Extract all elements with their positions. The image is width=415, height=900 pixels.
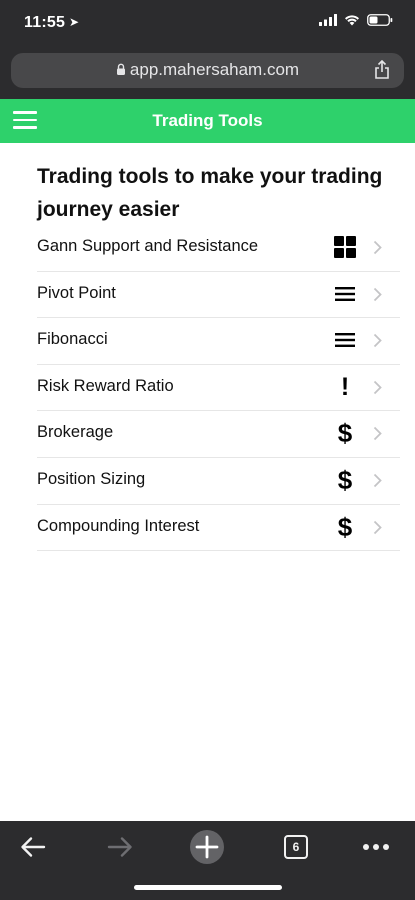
list-icon	[333, 328, 357, 352]
url-text: app.mahersaham.com	[129, 60, 300, 79]
share-icon[interactable]	[374, 59, 390, 85]
dollar-icon: $	[337, 464, 353, 495]
signal-icon	[319, 14, 337, 26]
dollar-icon: $	[337, 511, 353, 542]
battery-icon	[367, 14, 393, 26]
plus-circle-icon	[190, 830, 224, 864]
more-options-button[interactable]	[361, 829, 391, 865]
tool-item-fibonacci[interactable]: Fibonacci	[37, 318, 400, 365]
new-tab-button[interactable]	[189, 829, 225, 865]
url-display: app.mahersaham.com	[11, 60, 404, 81]
tool-item-compounding-interest[interactable]: Compounding Interest $	[37, 505, 400, 552]
address-bar[interactable]: app.mahersaham.com	[11, 53, 404, 88]
tool-item-risk-reward-ratio[interactable]: Risk Reward Ratio !	[37, 365, 400, 412]
exclamation-icon: !	[340, 372, 350, 401]
home-indicator	[134, 885, 282, 890]
tool-item-position-sizing[interactable]: Position Sizing $	[37, 458, 400, 505]
chevron-right-icon	[373, 287, 382, 307]
tool-label: Compounding Interest	[37, 516, 200, 535]
tool-label: Risk Reward Ratio	[37, 376, 174, 395]
chevron-right-icon	[373, 520, 382, 540]
chevron-right-icon	[373, 333, 382, 353]
tool-item-gann[interactable]: Gann Support and Resistance	[37, 225, 400, 272]
location-arrow-icon: ➤	[69, 15, 80, 29]
status-time: 11:55 ➤	[24, 14, 79, 32]
wifi-icon	[345, 15, 359, 26]
tool-label: Position Sizing	[37, 469, 146, 488]
chevron-right-icon	[373, 426, 382, 446]
tabs-button[interactable]: 6	[284, 829, 308, 865]
header-title: Trading Tools	[152, 111, 263, 130]
dollar-icon: $	[337, 418, 353, 449]
tab-count-badge: 6	[284, 835, 308, 859]
chevron-right-icon	[373, 380, 382, 400]
tool-label: Gann Support and Resistance	[37, 237, 259, 255]
grid-icon	[333, 235, 357, 259]
chevron-right-icon	[373, 240, 382, 260]
page-heading: Trading tools to make your trading journ…	[37, 165, 383, 221]
status-time-text: 11:55	[24, 14, 66, 31]
status-icons	[319, 14, 393, 26]
tool-label: Pivot Point	[37, 283, 116, 302]
tool-label: Brokerage	[37, 423, 114, 442]
back-button[interactable]	[18, 829, 48, 865]
forward-button[interactable]	[105, 829, 135, 865]
tool-label: Fibonacci	[37, 330, 108, 349]
tool-item-pivot-point[interactable]: Pivot Point	[37, 272, 400, 319]
tools-list: Gann Support and Resistance Pivot Point	[37, 225, 400, 552]
more-dots-icon	[363, 844, 389, 850]
lock-icon	[116, 61, 126, 81]
tool-item-brokerage[interactable]: Brokerage $	[37, 411, 400, 458]
arrow-left-icon	[21, 837, 46, 857]
list-icon	[333, 282, 357, 306]
chevron-right-icon	[373, 473, 382, 493]
arrow-right-icon	[107, 837, 132, 857]
browser-top-chrome: 11:55 ➤ app.mahersaham.com	[0, 0, 415, 99]
app-header: Trading Tools	[0, 99, 415, 143]
